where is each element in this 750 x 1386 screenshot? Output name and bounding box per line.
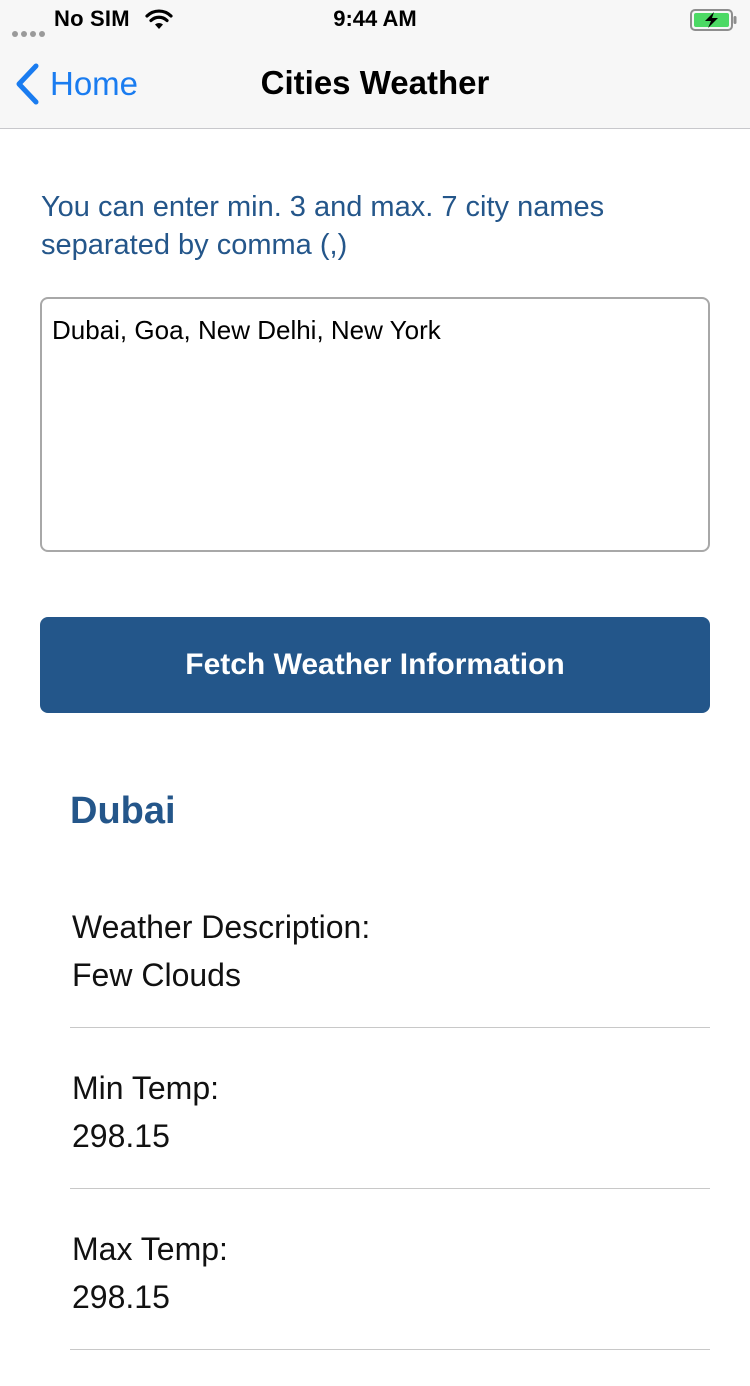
page-title: Cities Weather bbox=[260, 64, 490, 101]
weather-results: Dubai Weather Description: Few Clouds Mi… bbox=[70, 780, 710, 1386]
input-hint: You can enter min. 3 and max. 7 city nam… bbox=[41, 191, 605, 261]
max-temp-row: Max Temp: 298.15 bbox=[70, 1225, 710, 1350]
row-value: Few Clouds bbox=[72, 957, 241, 993]
status-bar: No SIM 9:44 AM bbox=[0, 0, 750, 40]
row-value: 298.15 bbox=[72, 1118, 170, 1154]
navigation-bar: Home Cities Weather bbox=[0, 40, 750, 129]
city-names-input[interactable] bbox=[40, 297, 710, 552]
row-label: Max Temp: bbox=[72, 1231, 228, 1267]
min-temp-row: Min Temp: 298.15 bbox=[70, 1064, 710, 1189]
clock: 9:44 AM bbox=[333, 6, 417, 31]
battery-charging-icon bbox=[690, 9, 737, 31]
row-value: 298.15 bbox=[72, 1279, 170, 1315]
row-label: Weather Description: bbox=[72, 909, 371, 945]
row-label: Min Temp: bbox=[72, 1070, 220, 1106]
fetch-weather-button[interactable]: Fetch Weather Information bbox=[40, 617, 710, 713]
city-heading: Dubai bbox=[70, 790, 176, 832]
weather-description-row: Weather Description: Few Clouds bbox=[70, 903, 710, 1028]
